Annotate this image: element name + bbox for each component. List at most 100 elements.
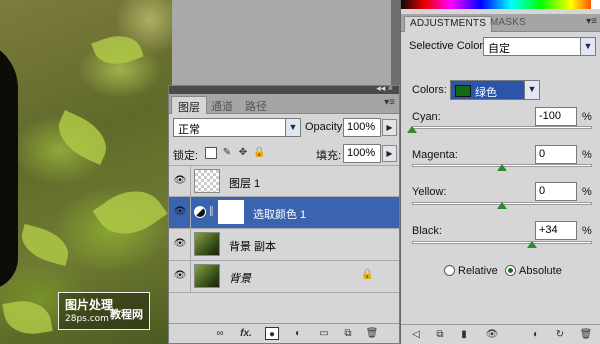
link-icon[interactable]: ∞ xyxy=(213,327,227,340)
cyan-slider-track[interactable] xyxy=(412,126,592,129)
view-previous-icon[interactable]: ◐ xyxy=(529,328,543,341)
blend-mode-value: 正常 xyxy=(178,124,200,136)
yellow-input[interactable]: 0 xyxy=(535,182,577,201)
layer-icon[interactable]: ▮ xyxy=(457,328,471,341)
trash-icon[interactable]: 🗑 xyxy=(365,327,379,340)
layer-name[interactable]: 图层 1 xyxy=(229,175,260,191)
yellow-slider-thumb[interactable] xyxy=(497,202,507,209)
layers-panel: ◂◂ × 图层 通道 路径 ▾≡ 正常 ▼ Opacity: 100% ▶ 锁定… xyxy=(168,83,400,344)
watermark-line1: 图片处理 xyxy=(65,298,114,312)
black-slider-thumb[interactable] xyxy=(527,241,537,248)
opacity-input[interactable]: 100% xyxy=(343,118,381,137)
opacity-arrow-button[interactable]: ▶ xyxy=(382,119,397,136)
chain-link-icon[interactable]: ∥ xyxy=(209,206,214,217)
panel-titlebar[interactable]: ◂◂ × xyxy=(169,83,399,94)
layer-row[interactable]: 👁 背景 副本 xyxy=(169,229,399,261)
layer-thumbnail xyxy=(194,169,220,193)
adjustments-bottom-bar: ◁ ⧉ ▮ 👁 ◐ ↻ 🗑 xyxy=(401,324,600,344)
reset-icon[interactable]: ↻ xyxy=(553,328,567,341)
colors-label: Colors: xyxy=(412,84,447,96)
tab-channels[interactable]: 通道 xyxy=(205,96,239,114)
adjustment-type-label: Selective Color xyxy=(409,40,483,52)
clip-icon[interactable]: ⧉ xyxy=(433,328,447,341)
fill-input[interactable]: 100% xyxy=(343,144,381,163)
black-unit: % xyxy=(582,225,592,237)
adjustment-icon[interactable]: ◐ xyxy=(291,327,305,340)
mask-icon[interactable]: ● xyxy=(265,327,279,340)
color-spectrum-bar[interactable] xyxy=(401,0,600,9)
brush-icon[interactable]: ✎ xyxy=(221,147,233,159)
leaf-shape xyxy=(91,28,144,72)
cyan-unit: % xyxy=(582,111,592,123)
layer-thumbnail xyxy=(194,232,220,256)
cyan-slider-thumb[interactable] xyxy=(407,126,417,133)
magenta-unit: % xyxy=(582,149,592,161)
leaf-shape xyxy=(16,224,74,266)
relative-radio[interactable] xyxy=(444,265,455,276)
layer-name[interactable]: 背景 xyxy=(229,270,251,286)
divider xyxy=(190,261,191,293)
cyan-input[interactable]: -100 xyxy=(535,107,577,126)
panel-menu-icon[interactable]: ▾≡ xyxy=(384,97,395,108)
layer-row[interactable]: 👁 图层 1 xyxy=(169,165,399,198)
layer-mask-thumbnail[interactable] xyxy=(218,200,244,224)
new-layer-icon[interactable]: ⧉ xyxy=(341,327,355,340)
magenta-label: Magenta: xyxy=(412,149,458,161)
layer-row[interactable]: 👁 背景 🔒 xyxy=(169,261,399,293)
color-swatch xyxy=(455,85,471,97)
black-input[interactable]: +34 xyxy=(535,221,577,240)
leaf-shape xyxy=(50,110,115,165)
eye-icon[interactable]: 👁 xyxy=(172,206,188,218)
magenta-slider-thumb[interactable] xyxy=(497,164,507,171)
opacity-label: Opacity: xyxy=(305,121,346,133)
magenta-input[interactable]: 0 xyxy=(535,145,577,164)
tab-adjustments[interactable]: ADJUSTMENTS xyxy=(404,16,493,32)
tab-masks[interactable]: MASKS xyxy=(485,16,531,32)
colors-select[interactable]: 绿色 ▼ xyxy=(450,80,540,100)
lock-icon[interactable]: 🔒 xyxy=(253,147,265,159)
trash-icon[interactable]: 🗑 xyxy=(579,328,593,341)
canvas-photo[interactable]: 图片处理 28ps.com 教程网 xyxy=(0,0,172,344)
chevron-down-icon: ▼ xyxy=(524,81,539,99)
spectrum-white[interactable] xyxy=(591,0,600,9)
divider xyxy=(190,197,191,229)
panel-menu-icon[interactable]: ▾≡ xyxy=(586,16,597,27)
preset-value: 自定 xyxy=(488,43,510,55)
watermark-line3: 教程网 xyxy=(110,308,143,321)
lock-icon: 🔒 xyxy=(361,269,374,280)
black-slider-track[interactable] xyxy=(412,241,592,244)
folder-icon[interactable]: ▭ xyxy=(317,327,331,340)
double-arrow-icon[interactable]: ◂◂ × xyxy=(376,83,393,94)
layer-name[interactable]: 背景 副本 xyxy=(229,238,276,254)
relative-label[interactable]: Relative xyxy=(458,265,498,277)
absolute-radio[interactable] xyxy=(505,265,516,276)
adjustment-layer-icon xyxy=(194,206,206,218)
back-arrow-icon[interactable]: ◁ xyxy=(409,328,423,341)
fill-label: 填充: xyxy=(316,150,342,162)
chevron-down-icon: ▼ xyxy=(580,38,595,55)
fx-icon[interactable]: fx. xyxy=(239,327,253,340)
layer-row-selected[interactable]: 👁 ∥ 选取颜色 1 xyxy=(169,197,399,229)
adjustments-tabs: ADJUSTMENTS MASKS ▾≡ xyxy=(401,14,600,32)
divider xyxy=(190,229,191,261)
blend-mode-select[interactable]: 正常 ▼ xyxy=(173,118,301,137)
eye-icon[interactable]: 👁 xyxy=(172,175,188,187)
tab-layers[interactable]: 图层 xyxy=(171,96,207,114)
tab-paths[interactable]: 路径 xyxy=(239,96,273,114)
absolute-label[interactable]: Absolute xyxy=(519,265,562,277)
watermark: 图片处理 28ps.com 教程网 xyxy=(58,292,150,330)
visibility-icon[interactable]: 👁 xyxy=(485,328,499,341)
lock-label: 锁定: xyxy=(173,150,199,162)
lock-transparency-icon[interactable] xyxy=(205,147,217,159)
fill-arrow-button[interactable]: ▶ xyxy=(382,145,397,162)
chevron-down-icon: ▼ xyxy=(285,119,300,136)
layer-name[interactable]: 选取颜色 1 xyxy=(253,206,306,222)
yellow-label: Yellow: xyxy=(412,186,447,198)
move-icon[interactable]: ✥ xyxy=(237,147,249,159)
eye-icon[interactable]: 👁 xyxy=(172,238,188,250)
black-label: Black: xyxy=(412,225,442,237)
workspace-background xyxy=(172,0,400,85)
eye-icon[interactable]: 👁 xyxy=(172,270,188,282)
preset-select[interactable]: 自定 ▼ xyxy=(483,37,596,56)
colors-value: 绿色 xyxy=(475,87,497,99)
